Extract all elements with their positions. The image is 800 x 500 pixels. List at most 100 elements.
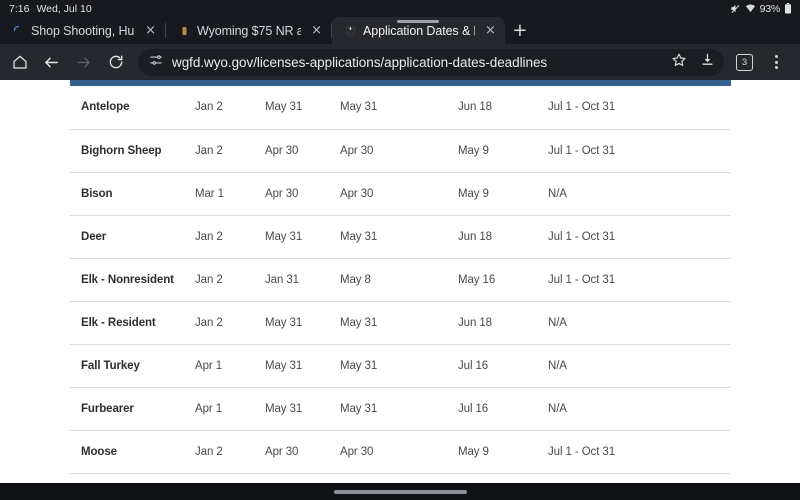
web-page-content: Antelope Jan 2 May 31 May 31 Jun 18 Jul … <box>0 80 800 483</box>
cell-species: Fall Turkey <box>70 344 195 388</box>
cell-res-deadline: May 31 <box>265 301 340 345</box>
cell-res-deadline: May 31 <box>265 344 340 388</box>
tab-close-icon[interactable]: × <box>308 22 325 39</box>
table-row: Bison Mar 1 Apr 30 Apr 30 May 9 N/A <box>70 172 731 216</box>
android-navigation-bar <box>0 483 800 500</box>
browser-tab-3-active[interactable]: Application Dates & ❑ × <box>332 17 505 44</box>
cell-leftover: Jul 1 - Oct 31 <box>548 215 731 259</box>
cell-nonres-deadline: May 31 <box>340 387 458 431</box>
table-row: Bighorn Sheep Jan 2 Apr 30 Apr 30 May 9 … <box>70 129 731 173</box>
cell-species: Furbearer <box>70 387 195 431</box>
cell-draw-results: Jul 16 <box>458 387 548 431</box>
cell-open: Apr 1 <box>195 344 265 388</box>
cell-draw-results: Jun 18 <box>458 301 548 345</box>
table-body: Antelope Jan 2 May 31 May 31 Jun 18 Jul … <box>70 86 731 474</box>
tab-close-icon[interactable]: × <box>482 22 499 39</box>
home-gesture-pill[interactable] <box>333 489 467 494</box>
battery-icon <box>784 3 792 14</box>
cell-species: Elk - Nonresident <box>70 258 195 302</box>
cell-species: Elk - Resident <box>70 301 195 345</box>
reload-button[interactable] <box>100 47 131 78</box>
status-bar-date: Wed, Jul 10 <box>36 2 92 15</box>
cell-leftover: N/A <box>548 301 731 345</box>
download-icon[interactable] <box>700 52 715 72</box>
cell-open: Jan 2 <box>195 129 265 173</box>
browser-menu-button[interactable] <box>761 47 792 78</box>
forward-button <box>68 47 99 78</box>
reload-icon <box>108 54 124 70</box>
cell-leftover: Jul 1 - Oct 31 <box>548 86 731 130</box>
star-icon[interactable] <box>671 52 687 73</box>
kebab-menu-icon <box>768 55 786 69</box>
back-arrow-icon <box>43 54 60 71</box>
cell-nonres-deadline: May 31 <box>340 344 458 388</box>
cell-draw-results: Jul 16 <box>458 344 548 388</box>
browser-toolbar: wgfd.wyo.gov/licenses-applications/appli… <box>0 44 800 80</box>
wifi-icon <box>745 3 756 14</box>
cell-leftover: N/A <box>548 387 731 431</box>
cell-open: Jan 2 <box>195 430 265 474</box>
table-row: Fall Turkey Apr 1 May 31 May 31 Jul 16 N… <box>70 344 731 388</box>
address-bar[interactable]: wgfd.wyo.gov/licenses-applications/appli… <box>138 48 724 76</box>
cell-open: Jan 2 <box>195 86 265 130</box>
cell-leftover: Jul 1 - Oct 31 <box>548 430 731 474</box>
cell-open: Jan 2 <box>195 301 265 345</box>
globe-favicon <box>344 25 356 37</box>
cell-species: Bighorn Sheep <box>70 129 195 173</box>
cell-open: Mar 1 <box>195 172 265 216</box>
tab-title: Wyoming $75 NR app <box>197 23 302 38</box>
cell-leftover: Jul 1 - Oct 31 <box>548 258 731 302</box>
application-deadlines-table: Antelope Jan 2 May 31 May 31 Jun 18 Jul … <box>70 86 731 474</box>
tab-switcher-button[interactable]: 3 <box>729 47 760 78</box>
omnibox-actions <box>671 52 715 73</box>
cell-res-deadline: May 31 <box>265 215 340 259</box>
home-icon <box>12 54 28 70</box>
tab-title: Shop Shooting, Hunti <box>31 23 135 38</box>
tab-close-icon[interactable]: × <box>142 22 159 39</box>
cell-species: Antelope <box>70 86 195 130</box>
battery-percent-label: 93% <box>759 2 781 15</box>
table-row: Elk - Resident Jan 2 May 31 May 31 Jun 1… <box>70 301 731 345</box>
cell-res-deadline: Jan 31 <box>265 258 340 302</box>
cell-nonres-deadline: May 31 <box>340 86 458 130</box>
cell-leftover: Jul 1 - Oct 31 <box>548 129 731 173</box>
cell-open: Apr 1 <box>195 387 265 431</box>
browser-tab-1[interactable]: Shop Shooting, Hunti × <box>0 17 165 44</box>
cell-species: Moose <box>70 430 195 474</box>
status-bar-right: 93% <box>730 3 792 15</box>
browser-window: 7:16 Wed, Jul 10 93% Shop Shooting, Hu ×… <box>0 0 800 500</box>
tab-strip: Shop Shooting, Hunti × Wyoming $75 NR ap… <box>0 17 800 44</box>
tab-title: Application Dates & ❑ <box>363 24 475 38</box>
cell-nonres-deadline: May 8 <box>340 258 458 302</box>
cell-draw-results: May 9 <box>458 172 548 216</box>
cell-res-deadline: Apr 30 <box>265 129 340 173</box>
back-button[interactable] <box>36 47 67 78</box>
cell-species: Deer <box>70 215 195 259</box>
cell-res-deadline: May 31 <box>265 86 340 130</box>
url-text[interactable]: wgfd.wyo.gov/licenses-applications/appli… <box>172 55 662 70</box>
tab-drag-handle[interactable] <box>397 20 440 23</box>
cell-species: Bison <box>70 172 195 216</box>
tune-sliders-icon[interactable] <box>149 53 163 72</box>
deadlines-table-container: Antelope Jan 2 May 31 May 31 Jun 18 Jul … <box>70 80 731 474</box>
blue-circle-favicon <box>12 25 24 37</box>
table-row: Elk - Nonresident Jan 2 Jan 31 May 8 May… <box>70 258 731 302</box>
new-tab-button[interactable]: + <box>505 17 535 44</box>
cell-open: Jan 2 <box>195 215 265 259</box>
cell-draw-results: May 16 <box>458 258 548 302</box>
cell-nonres-deadline: Apr 30 <box>340 129 458 173</box>
browser-tab-2[interactable]: Wyoming $75 NR app × <box>166 17 331 44</box>
cell-nonres-deadline: May 31 <box>340 301 458 345</box>
cell-draw-results: May 9 <box>458 430 548 474</box>
home-button[interactable] <box>4 47 35 78</box>
cell-draw-results: Jun 18 <box>458 215 548 259</box>
cell-leftover: N/A <box>548 344 731 388</box>
table-row: Antelope Jan 2 May 31 May 31 Jun 18 Jul … <box>70 86 731 130</box>
cell-leftover: N/A <box>548 172 731 216</box>
orange-square-favicon <box>178 25 190 37</box>
cell-open: Jan 2 <box>195 258 265 302</box>
forward-arrow-icon <box>75 54 92 71</box>
tab-count-badge: 3 <box>736 53 753 71</box>
cell-draw-results: Jun 18 <box>458 86 548 130</box>
android-status-bar: 7:16 Wed, Jul 10 93% <box>0 0 800 17</box>
